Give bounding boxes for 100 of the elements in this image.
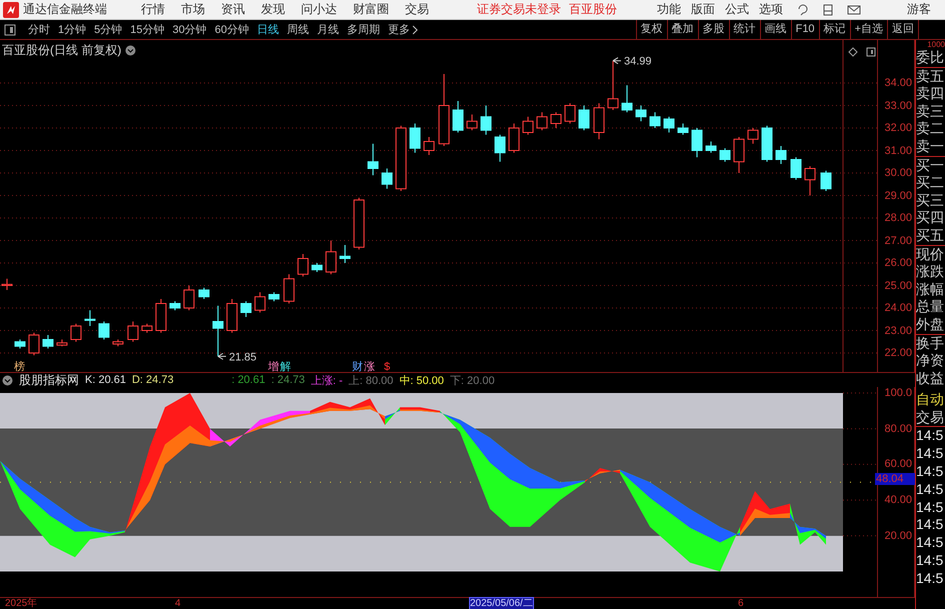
candle <box>128 321 138 342</box>
chevron-right-icon[interactable] <box>412 24 419 34</box>
quote-field-label: 换手 <box>916 334 945 352</box>
price-axis-label: 25.00 <box>884 280 912 292</box>
date-axis-label: 2025/05/06/二 <box>470 598 533 609</box>
period-tab[interactable]: 日线 <box>257 22 279 37</box>
toolbar-button[interactable]: 复权 <box>636 20 667 39</box>
menu-item[interactable]: 市场 <box>181 1 205 18</box>
quote-field-label: 涨跌 <box>916 263 945 281</box>
menu-item[interactable]: 问小达 <box>301 1 337 18</box>
toolbar-button[interactable]: 叠加 <box>666 20 698 39</box>
candle <box>98 321 110 340</box>
menu-item[interactable]: 财富圈 <box>353 1 389 18</box>
stock-name: 百亚股份 <box>569 1 617 18</box>
candle <box>776 146 786 164</box>
candle <box>212 305 224 357</box>
candle <box>508 123 520 154</box>
trade-time: 14:5 <box>916 552 944 570</box>
quote-field-label: 卖一 <box>916 138 945 157</box>
toolbar-menu-item[interactable]: 选项 <box>759 1 783 18</box>
quote-field-label: 净资 <box>916 352 945 370</box>
period-tab[interactable]: 月线 <box>317 22 339 37</box>
period-tab[interactable]: 1分钟 <box>58 22 86 37</box>
period-tab[interactable]: 5分钟 <box>94 22 122 37</box>
quote-field-label: 卖五 <box>916 68 945 86</box>
panel-toggle-icon[interactable] <box>866 47 876 57</box>
event-marker: 涨 <box>364 361 375 372</box>
indicator-value: 上: 80.00 <box>348 374 394 388</box>
indicator-axis-label: 80.00 <box>884 422 912 435</box>
auto-mode-label[interactable]: 自动 <box>916 391 945 409</box>
menu-item[interactable]: 交易 <box>405 1 429 18</box>
quote-field-label: 买三 <box>916 192 945 210</box>
quote-field-label: 涨幅 <box>916 280 945 298</box>
price-axis-label: 34.00 <box>884 77 912 89</box>
period-tab[interactable]: 多周期 <box>347 22 380 37</box>
toolbar-menu-item[interactable]: 公式 <box>725 1 749 18</box>
toolbar-button[interactable]: +自选 <box>850 20 887 39</box>
price-axis-label: 30.00 <box>884 167 912 179</box>
candle <box>340 244 350 264</box>
quote-field-label: 买一 <box>916 156 945 174</box>
quote-field-label: 总量 <box>916 298 945 316</box>
candle <box>692 128 702 158</box>
candle <box>706 141 716 154</box>
quote-field-label: 外盘 <box>916 316 945 334</box>
period-tab[interactable]: 周线 <box>287 22 309 37</box>
trade-time: 14:5 <box>916 534 944 552</box>
candle <box>368 143 378 176</box>
menu-item[interactable]: 发现 <box>261 1 285 18</box>
candle <box>42 334 54 349</box>
more-menu[interactable]: 更多 <box>388 22 410 37</box>
toolbar-button[interactable]: 画线 <box>760 20 791 39</box>
price-axis-label: 29.00 <box>884 190 912 202</box>
candle <box>424 136 434 156</box>
candle <box>536 112 548 131</box>
date-axis-label: 2025年 <box>5 598 38 609</box>
candle <box>298 254 308 277</box>
menu-item[interactable]: 行情 <box>141 1 165 18</box>
candle <box>522 116 534 136</box>
period-tab[interactable]: 分时 <box>28 22 50 37</box>
toolbar-button[interactable]: 多股 <box>698 20 729 39</box>
event-marker: 财 <box>352 361 363 372</box>
candle <box>720 148 730 162</box>
price-axis-label: 31.00 <box>884 144 912 156</box>
candle <box>734 136 744 174</box>
panel-toggle-icon[interactable] <box>4 24 16 36</box>
quote-field-label: 买五 <box>916 226 945 246</box>
indicator-value: K: 20.61 <box>85 374 126 386</box>
user-name[interactable]: 游客 <box>907 1 931 18</box>
chart-title: 百亚股份(日线 前复权) <box>2 42 122 59</box>
toolbar-button[interactable]: 标记 <box>818 20 850 39</box>
candle <box>170 300 180 311</box>
leader-line <box>612 57 622 64</box>
candle <box>804 166 816 196</box>
diamond-icon[interactable] <box>848 47 858 57</box>
quote-field-label: 卖三 <box>916 102 945 120</box>
chevron-down-icon[interactable] <box>2 374 13 386</box>
toolbar-button[interactable]: F10 <box>790 20 819 39</box>
candle <box>312 262 322 272</box>
menu-item[interactable]: 资讯 <box>221 1 245 18</box>
candle <box>494 134 506 162</box>
indicator-axis-label: 60.00 <box>884 458 912 470</box>
d-line-lower-band <box>385 410 400 420</box>
leader-line <box>218 352 226 360</box>
period-tab[interactable]: 15分钟 <box>130 22 164 37</box>
toolbar-menu-item[interactable]: 功能 <box>657 1 681 18</box>
current-value-label: 48.04 <box>875 473 915 485</box>
chevron-down-icon[interactable] <box>125 45 136 56</box>
toolbar-button[interactable]: 返回 <box>887 20 918 39</box>
mail-icon[interactable] <box>847 4 861 16</box>
period-tab[interactable]: 60分钟 <box>214 22 249 37</box>
toolbar-button[interactable]: 统计 <box>728 20 760 39</box>
app-title: 通达信金融终端 <box>23 1 107 18</box>
trade-time: 14:5 <box>916 427 944 446</box>
period-tab[interactable]: 30分钟 <box>172 22 207 37</box>
candle <box>198 287 210 300</box>
price-axis-label: 27.00 <box>884 234 912 246</box>
candle <box>14 339 26 349</box>
candle <box>28 332 40 356</box>
toolbar-menu-item[interactable]: 版面 <box>691 1 715 18</box>
login-status[interactable]: 证券交易未登录 <box>477 1 561 18</box>
